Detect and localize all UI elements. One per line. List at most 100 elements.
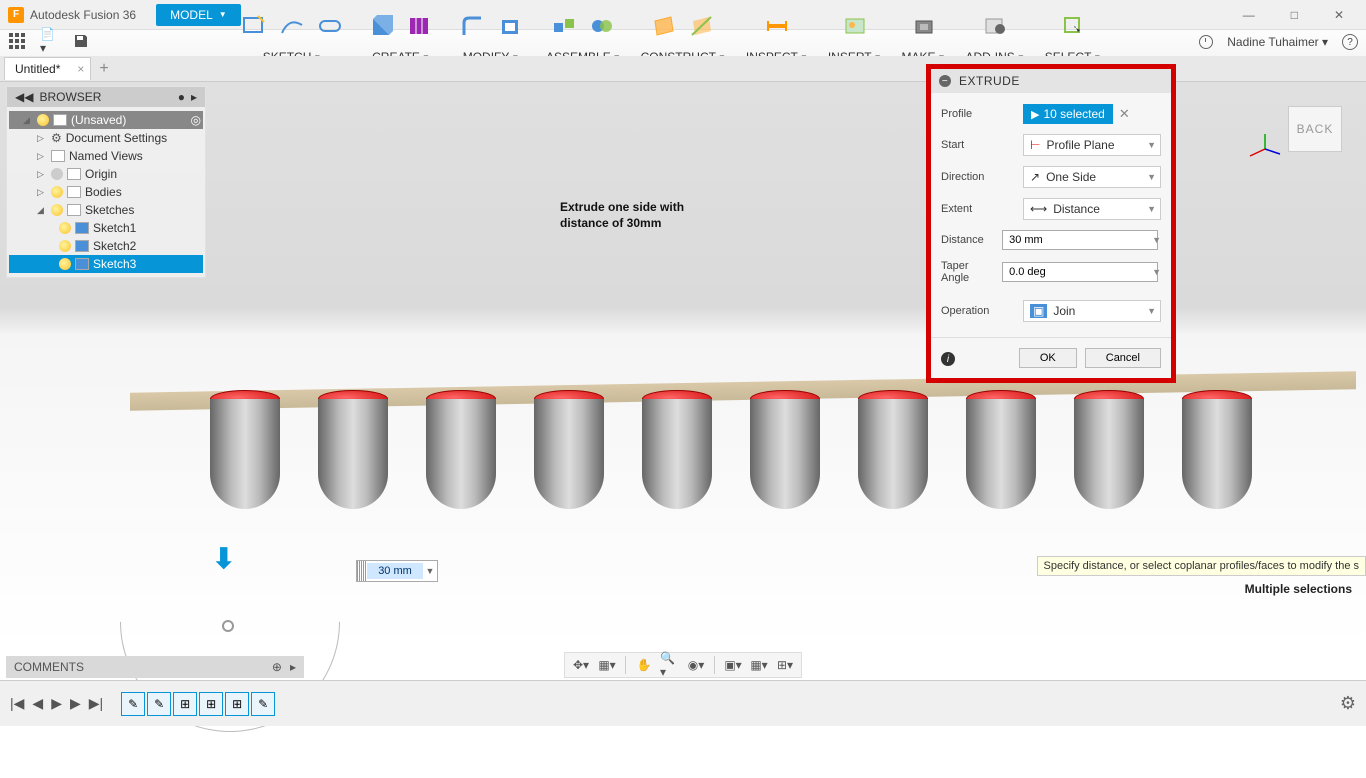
workspace-dropdown[interactable]: MODEL▼ <box>156 4 241 26</box>
job-status-icon[interactable] <box>1199 35 1213 49</box>
dropdown-icon[interactable]: ▼ <box>423 566 437 576</box>
distance-field[interactable] <box>367 563 423 579</box>
model-cylinder[interactable] <box>1182 390 1252 509</box>
close-button[interactable]: ✕ <box>1326 6 1352 24</box>
display-icon[interactable]: ▣▾ <box>723 656 743 674</box>
add-comment-icon[interactable]: ⊕ <box>272 660 282 674</box>
tab-untitled[interactable]: Untitled* × <box>4 57 91 80</box>
extrude-titlebar[interactable]: − EXTRUDE <box>931 69 1171 93</box>
construct-axis-icon[interactable] <box>686 10 718 42</box>
start-dropdown[interactable]: ⊢Profile Plane▼ <box>1023 134 1161 156</box>
browser-header[interactable]: ◀◀BROWSER ●▸ <box>7 87 205 107</box>
extent-label: Extent <box>941 203 1015 215</box>
close-tab-icon[interactable]: × <box>77 62 84 76</box>
start-label: Start <box>941 139 1015 151</box>
orbit-icon[interactable]: ✥▾ <box>571 656 591 674</box>
sketch-slot-icon[interactable] <box>314 10 346 42</box>
look-icon[interactable]: ▦▾ <box>597 656 617 674</box>
fit-icon[interactable]: ◉▾ <box>686 656 706 674</box>
user-name[interactable]: Nadine Tuhaimer ▾ <box>1227 35 1328 49</box>
model-cylinder[interactable] <box>426 390 496 509</box>
tree-sketches[interactable]: ◢Sketches <box>9 201 203 219</box>
model-cylinder[interactable] <box>210 390 280 509</box>
model-cylinder[interactable] <box>318 390 388 509</box>
cancel-button[interactable]: Cancel <box>1085 348 1161 368</box>
grid-icon[interactable] <box>8 32 26 50</box>
profile-chip[interactable]: ▶ 10 selected <box>1023 104 1113 124</box>
sketch-rect-icon[interactable] <box>238 10 270 42</box>
tree-doc-settings[interactable]: ▷⚙Document Settings <box>9 129 203 147</box>
grid-settings-icon[interactable]: ▦▾ <box>749 656 769 674</box>
model-cylinder[interactable] <box>966 390 1036 509</box>
comments-label: COMMENTS <box>14 660 84 674</box>
timeline-prev-icon[interactable]: ◀ <box>32 695 43 712</box>
create-box-icon[interactable] <box>366 10 398 42</box>
extent-dropdown[interactable]: ⟷Distance▼ <box>1023 198 1161 220</box>
distance-float-input[interactable]: ▼ <box>356 560 438 582</box>
minimize-button[interactable]: — <box>1235 6 1263 24</box>
taper-label: Taper Angle <box>941 260 994 284</box>
viewport-icon[interactable]: ⊞▾ <box>775 656 795 674</box>
tree-named-views[interactable]: ▷Named Views <box>9 147 203 165</box>
model-cylinder[interactable] <box>858 390 928 509</box>
tutorial-annotation: Extrude one side with distance of 30mm <box>560 200 684 231</box>
direction-dropdown[interactable]: ↗One Side▼ <box>1023 166 1161 188</box>
expand-comments-icon[interactable]: ▸ <box>290 660 296 674</box>
clear-profile-icon[interactable]: ✕ <box>1119 106 1130 122</box>
maximize-button[interactable]: □ <box>1283 6 1306 24</box>
model-cylinder[interactable] <box>534 390 604 509</box>
pan-icon[interactable]: ✋ <box>634 656 654 674</box>
timeline-step[interactable]: ✎ <box>121 692 145 716</box>
tree-sketch3[interactable]: Sketch3 <box>9 255 203 273</box>
quick-access-toolbar: 📄▾ <box>8 32 90 50</box>
info-icon[interactable]: i <box>941 352 955 366</box>
addins-icon[interactable] <box>979 10 1011 42</box>
collapse-icon[interactable]: − <box>939 75 951 87</box>
timeline-step[interactable]: ⊞ <box>173 692 197 716</box>
new-tab-button[interactable]: + <box>99 60 108 78</box>
view-cube[interactable]: BACK <box>1288 106 1342 152</box>
construct-plane-icon[interactable] <box>648 10 680 42</box>
model-cylinder[interactable] <box>1074 390 1144 509</box>
timeline-end-icon[interactable]: ▶| <box>89 695 103 712</box>
viewport[interactable]: ◀◀BROWSER ●▸ ◢(Unsaved)◎ ▷⚙Document Sett… <box>0 82 1366 646</box>
timeline-next-icon[interactable]: ▶ <box>70 695 81 712</box>
tree-bodies[interactable]: ▷Bodies <box>9 183 203 201</box>
timeline-start-icon[interactable]: |◀ <box>10 695 24 712</box>
inspect-icon[interactable] <box>761 10 793 42</box>
taper-input[interactable] <box>1002 262 1158 282</box>
assemble-joint-icon[interactable] <box>586 10 618 42</box>
save-icon[interactable] <box>72 32 90 50</box>
timeline-settings-icon[interactable]: ⚙ <box>1340 693 1356 714</box>
timeline-step[interactable]: ✎ <box>147 692 171 716</box>
operation-dropdown[interactable]: ▣Join▼ <box>1023 300 1161 322</box>
distance-input[interactable] <box>1002 230 1158 250</box>
tree-sketch2[interactable]: Sketch2 <box>9 237 203 255</box>
browser-title: BROWSER <box>39 90 101 104</box>
taper-handle[interactable] <box>222 620 234 632</box>
zoom-icon[interactable]: 🔍▾ <box>660 656 680 674</box>
create-grid-icon[interactable] <box>404 10 436 42</box>
select-icon[interactable] <box>1057 10 1089 42</box>
timeline-play-icon[interactable]: ▶ <box>51 695 62 712</box>
timeline-step[interactable]: ⊞ <box>199 692 223 716</box>
model-cylinder[interactable] <box>642 390 712 509</box>
modify-shell-icon[interactable] <box>494 10 526 42</box>
file-icon[interactable]: 📄▾ <box>40 32 58 50</box>
make-icon[interactable] <box>908 10 940 42</box>
sketch-spline-icon[interactable] <box>276 10 308 42</box>
assemble-icon[interactable] <box>548 10 580 42</box>
ok-button[interactable]: OK <box>1019 348 1077 368</box>
modify-fillet-icon[interactable] <box>456 10 488 42</box>
timeline-step[interactable]: ✎ <box>251 692 275 716</box>
comments-bar[interactable]: COMMENTS ⊕ ▸ <box>6 656 304 678</box>
timeline-step[interactable]: ⊞ <box>225 692 249 716</box>
model-cylinder[interactable] <box>750 390 820 509</box>
tree-origin[interactable]: ▷Origin <box>9 165 203 183</box>
tree-root[interactable]: ◢(Unsaved)◎ <box>9 111 203 129</box>
tree-sketch1[interactable]: Sketch1 <box>9 219 203 237</box>
axes-indicator <box>1250 134 1280 164</box>
grip-icon[interactable] <box>357 561 367 581</box>
help-icon[interactable]: ? <box>1342 34 1358 50</box>
insert-icon[interactable] <box>839 10 871 42</box>
